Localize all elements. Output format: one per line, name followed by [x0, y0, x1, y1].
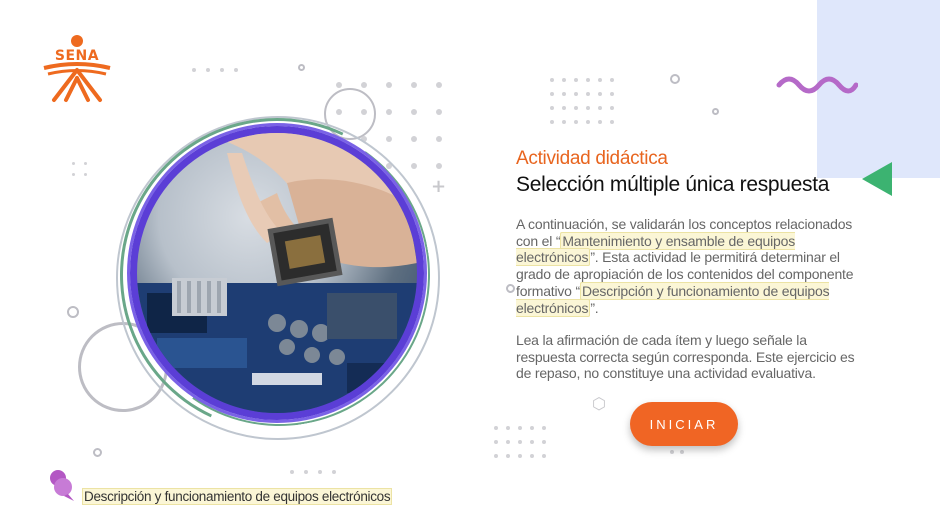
hexagon-icon: ⬡	[592, 394, 606, 413]
decorative-ring	[298, 64, 305, 71]
decorative-dots	[72, 162, 96, 176]
decorative-ring	[670, 74, 680, 84]
intro-paragraph: A continuación, se validarán los concept…	[516, 216, 856, 317]
decorative-ring	[67, 306, 79, 318]
decorative-dots	[670, 450, 690, 454]
logo-text: SENA	[54, 48, 100, 64]
chat-bubble-icon	[50, 470, 74, 501]
component-name-label: Descripción y funcionamiento de equipos …	[82, 488, 393, 505]
instructions-paragraph: Lea la afirmación de cada ítem y luego s…	[516, 332, 855, 382]
decorative-dots	[192, 68, 248, 72]
decorative-dots	[550, 78, 622, 124]
wave-icon	[776, 76, 858, 94]
sena-logo-icon: SENA	[40, 34, 114, 104]
start-button[interactable]: INICIAR	[630, 402, 738, 446]
decorative-dots	[494, 426, 554, 458]
cpu-motherboard-photo	[130, 126, 424, 420]
decorative-ring	[712, 108, 719, 115]
decorative-ring	[93, 448, 102, 457]
intro-text: ”.	[590, 299, 599, 316]
decorative-dots	[290, 470, 346, 474]
plus-icon: +	[431, 176, 447, 197]
activity-subtitle: Actividad didáctica	[516, 148, 668, 169]
decorative-ring	[506, 284, 515, 293]
triangle-icon	[862, 162, 892, 196]
activity-title: Selección múltiple única respuesta	[516, 173, 830, 196]
